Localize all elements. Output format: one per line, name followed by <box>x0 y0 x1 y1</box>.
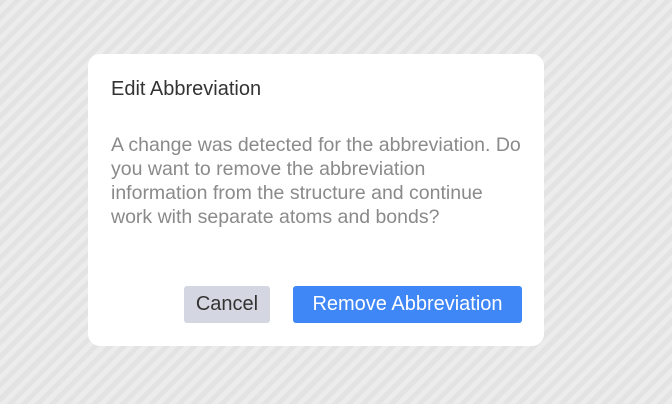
remove-abbreviation-button[interactable]: Remove Abbreviation <box>293 286 522 323</box>
cancel-button[interactable]: Cancel <box>184 286 270 323</box>
dialog-message: A change was detected for the abbreviati… <box>111 134 521 228</box>
edit-abbreviation-dialog: Edit Abbreviation A change was detected … <box>88 54 544 346</box>
dialog-title: Edit Abbreviation <box>111 78 262 100</box>
